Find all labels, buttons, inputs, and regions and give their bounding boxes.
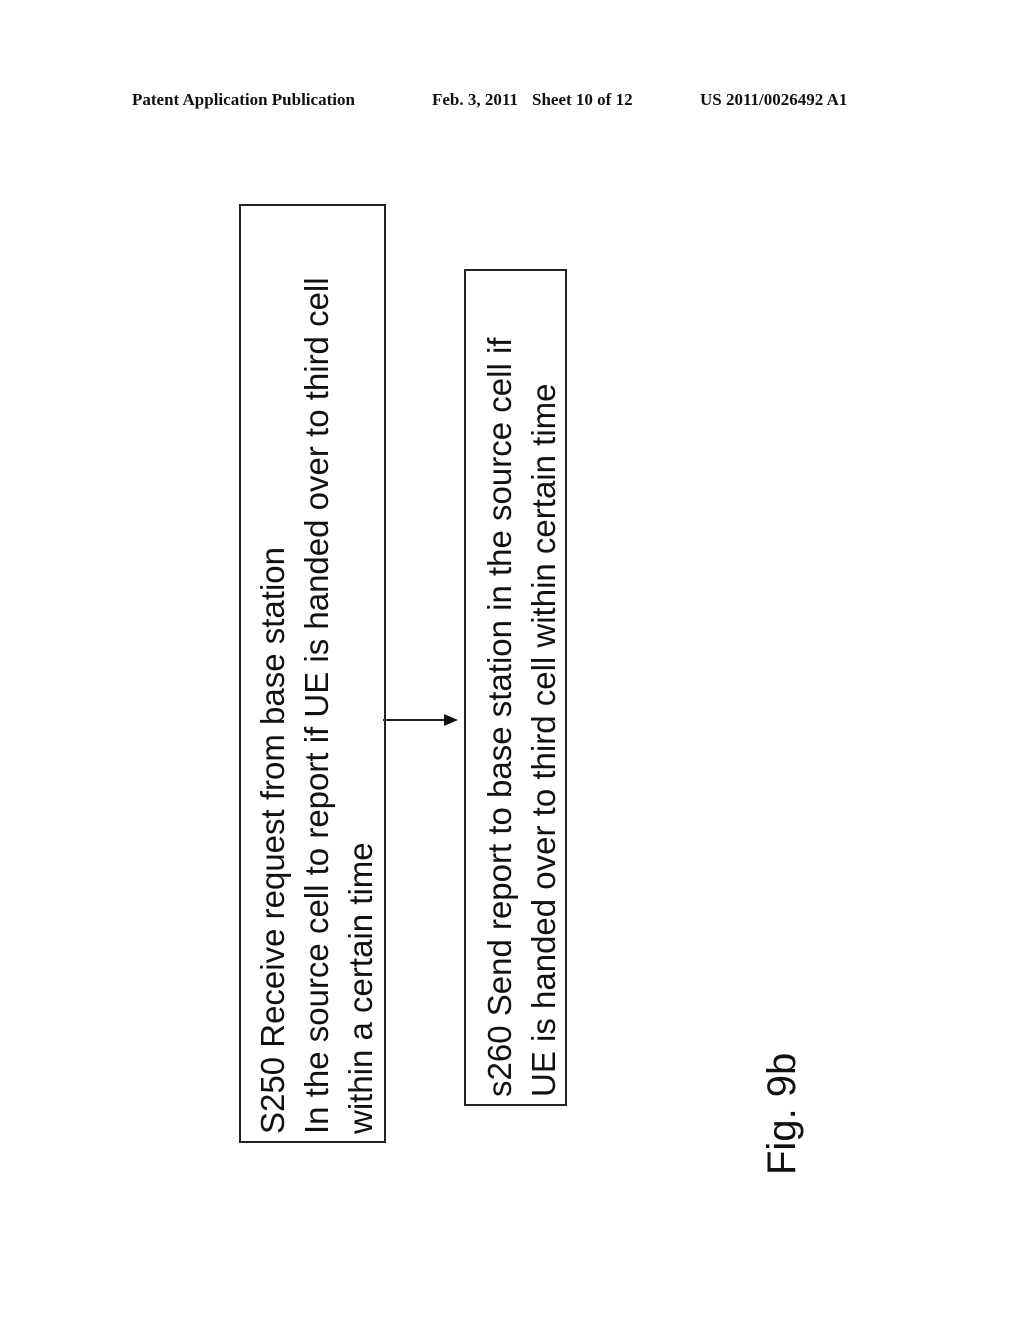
figure-label: Fig. 9b: [760, 1052, 804, 1175]
step-s260-line-2: UE is handed over to third cell within c…: [525, 383, 562, 1098]
patent-header: Patent Application Publication Feb. 3, 2…: [132, 90, 892, 114]
step-s260-line-1: s260 Send report to base station in the …: [481, 337, 518, 1097]
flow-arrow-s250-to-s260: [383, 714, 458, 726]
step-s250-box: S250 Receive request from base station I…: [239, 204, 386, 1143]
patent-number: US 2011/0026492 A1: [700, 90, 848, 109]
step-s250-line-1: S250 Receive request from base station: [254, 547, 291, 1134]
step-s250-text: S250 Receive request from base station I…: [251, 214, 383, 1134]
step-s250-line-2: In the source cell to report if UE is ha…: [298, 277, 335, 1134]
publication-date: Feb. 3, 2011: [432, 90, 518, 109]
step-s250-line-3: within a certain time: [342, 842, 379, 1134]
step-s260-text: s260 Send report to base station in the …: [478, 277, 566, 1097]
sheet-number: Sheet 10 of 12: [532, 90, 633, 109]
arrow-head: [444, 714, 458, 726]
publication-title: Patent Application Publication: [132, 90, 355, 109]
step-s260-box: s260 Send report to base station in the …: [464, 269, 567, 1106]
